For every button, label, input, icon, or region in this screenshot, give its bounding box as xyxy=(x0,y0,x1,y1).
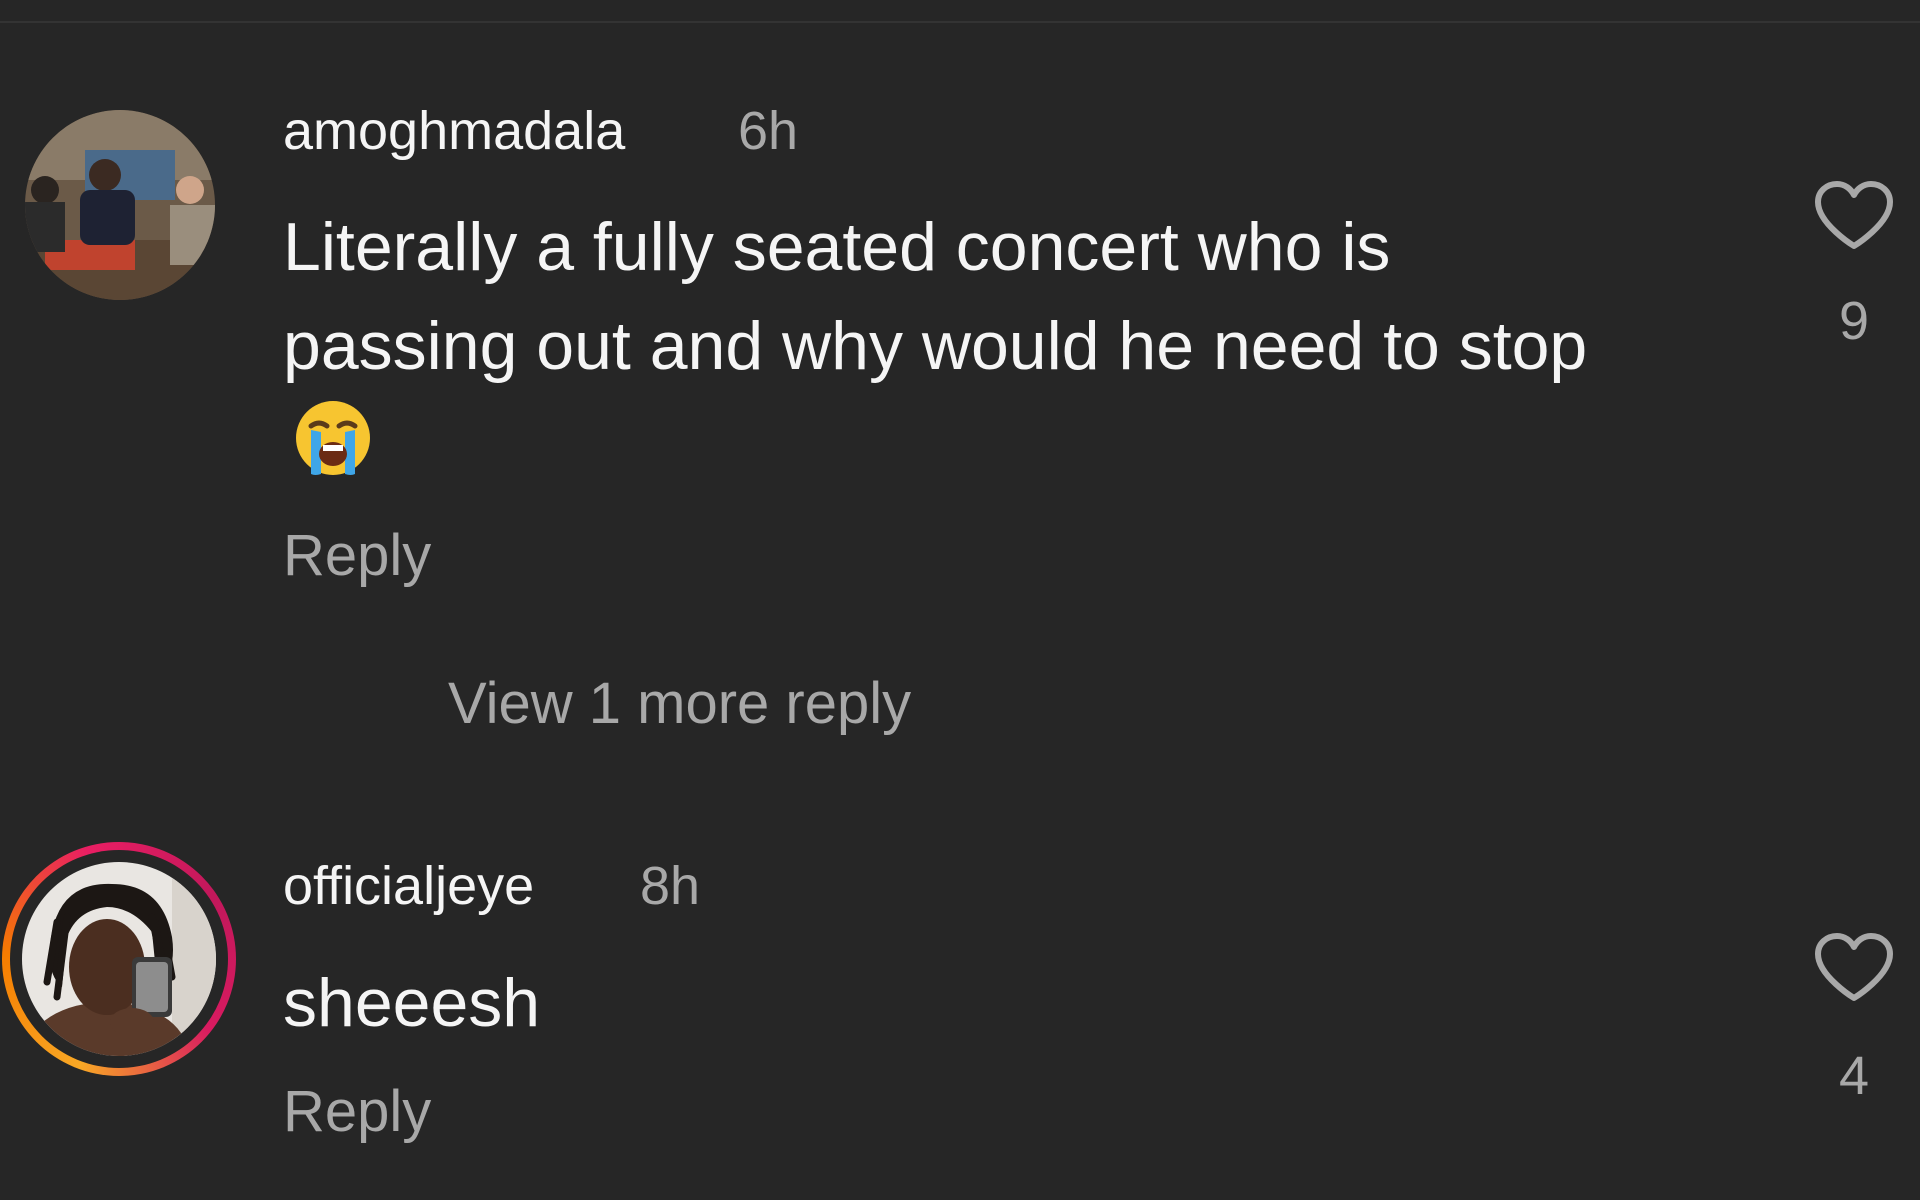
comment-body: sheeesh xyxy=(283,965,541,1041)
comment-text: Literally a fully seated concert who is … xyxy=(283,198,1643,505)
heart-icon[interactable] xyxy=(1813,180,1895,252)
reply-button[interactable]: Reply xyxy=(283,522,431,589)
comment-text: sheeesh xyxy=(283,954,1643,1053)
like-count: 9 xyxy=(1838,291,1870,351)
comment-username[interactable]: amoghmadala xyxy=(283,100,625,162)
comments-screen: amoghmadala 6h Literally a fully seated … xyxy=(0,0,1920,1200)
comment-timestamp: 8h xyxy=(640,856,701,916)
avatar[interactable] xyxy=(25,110,215,300)
like-count: 4 xyxy=(1838,1046,1870,1106)
heart-icon[interactable] xyxy=(1813,932,1895,1004)
comment-body: Literally a fully seated concert who is … xyxy=(283,209,1588,384)
view-more-replies-button[interactable]: View 1 more reply xyxy=(448,670,911,737)
reply-button[interactable]: Reply xyxy=(283,1078,431,1145)
story-ring[interactable] xyxy=(2,842,236,1076)
comment-username[interactable]: officialjeye xyxy=(283,855,534,917)
comment-timestamp: 6h xyxy=(738,101,799,161)
avatar[interactable] xyxy=(22,862,216,1056)
loudly-crying-face-icon xyxy=(293,398,373,505)
divider xyxy=(0,21,1920,23)
